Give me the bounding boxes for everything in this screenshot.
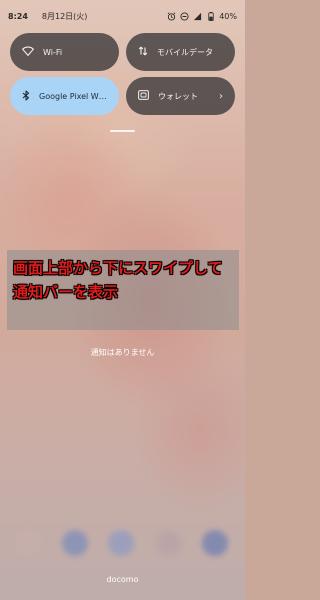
mobile-data-icon — [138, 46, 148, 58]
chevron-right-icon: › — [219, 90, 223, 102]
carrier-label: docomo — [106, 575, 139, 584]
quick-tile-bluetooth[interactable]: Google Pixel W… — [10, 77, 119, 115]
quick-tile-label: モバイルデータ — [157, 47, 213, 57]
mobile-signal-icon — [193, 12, 202, 21]
wallet-icon — [138, 90, 149, 102]
status-date: 8月12日(火) — [41, 11, 88, 21]
wifi-icon — [22, 46, 34, 58]
do-not-disturb-icon — [180, 11, 189, 21]
alarm-icon — [167, 11, 176, 21]
battery-icon — [206, 11, 215, 21]
bluetooth-icon — [22, 89, 30, 103]
quick-tile-wifi[interactable]: Wi-Fi — [10, 33, 119, 71]
annotation-line-1: 画面上部から下にスワイプして — [13, 259, 223, 277]
quick-tile-label: Wi-Fi — [43, 47, 63, 57]
quick-tile-label: Google Pixel W… — [39, 91, 107, 101]
quick-tile-wallet[interactable]: ウォレット › — [126, 77, 235, 115]
status-time: 8:24 — [8, 11, 28, 21]
quick-tile-mobile-data[interactable]: モバイルデータ — [126, 33, 235, 71]
status-bar: 8:24 8月12日(火) 40% — [0, 0, 245, 32]
shade-drag-handle[interactable] — [110, 130, 135, 132]
annotation-line-2: 通知バーを表示 — [13, 283, 119, 301]
battery-percent: 40% — [219, 11, 237, 21]
quick-tile-label: ウォレット — [158, 91, 198, 101]
blurred-home-icons — [0, 528, 245, 558]
no-notifications-text: 通知はありません — [90, 348, 155, 357]
instruction-annotation: 画面上部から下にスワイプして 通知バーを表示 — [7, 250, 239, 330]
